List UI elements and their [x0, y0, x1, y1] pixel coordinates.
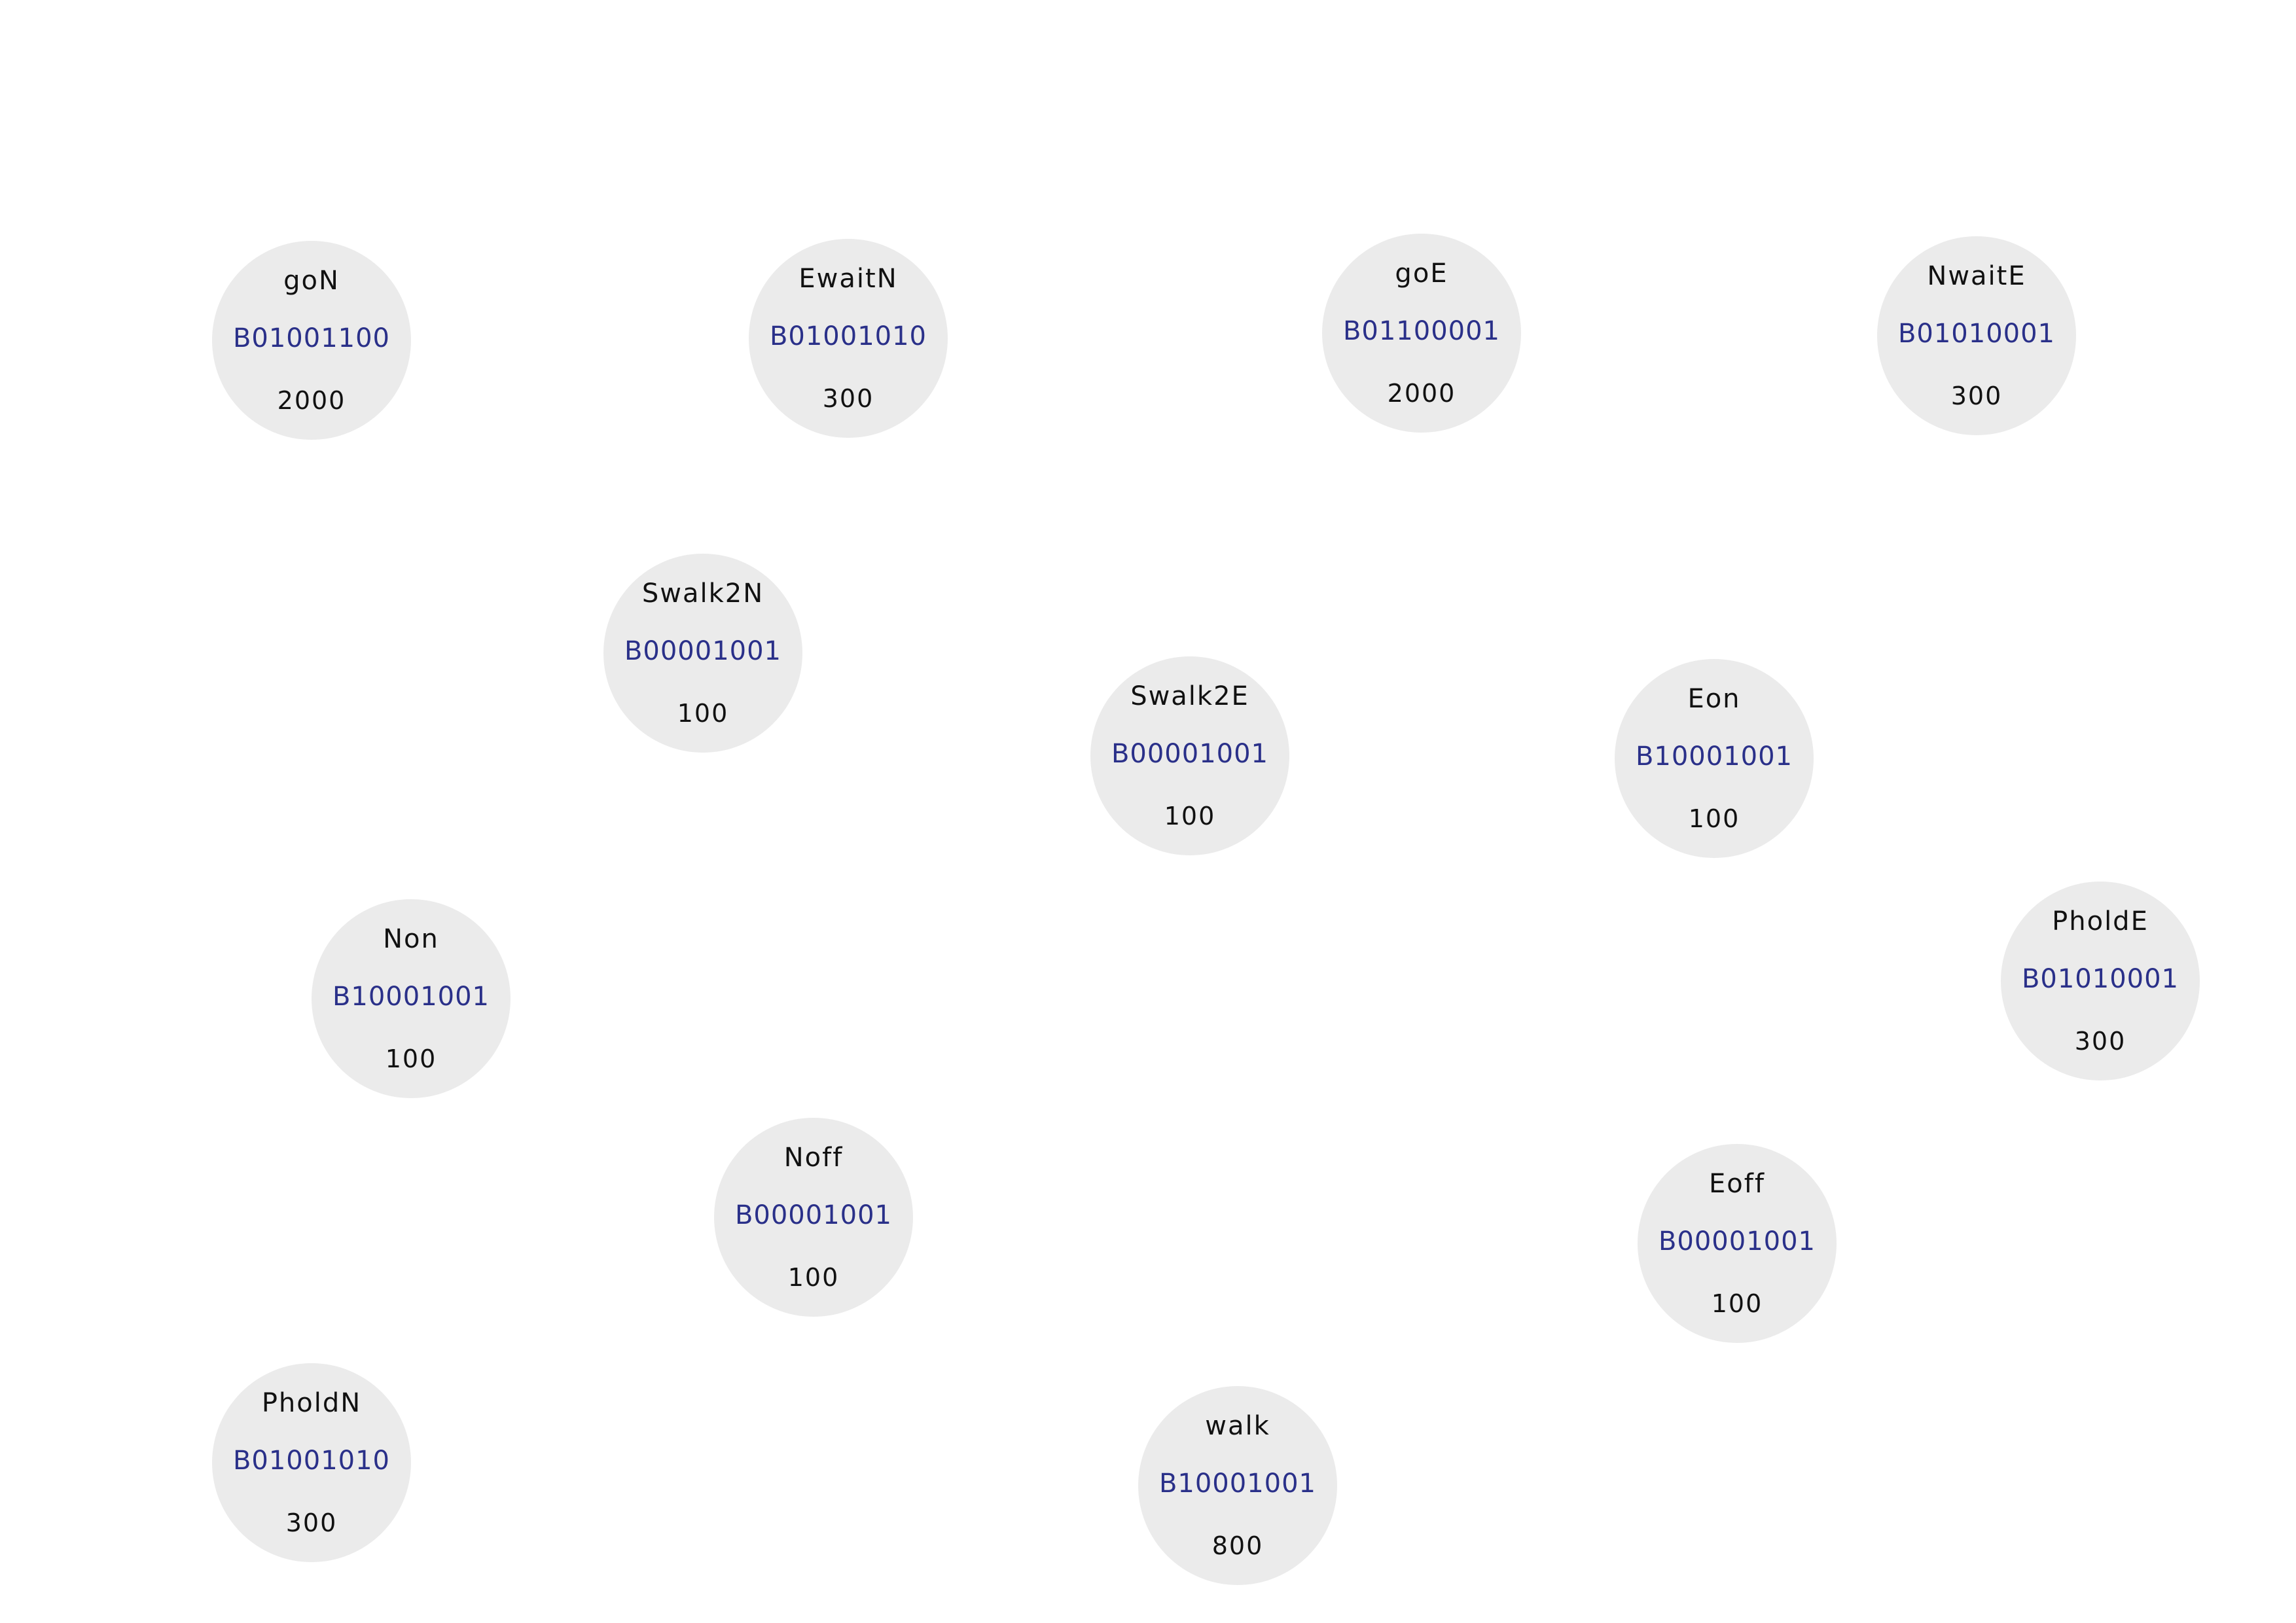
state-name: PholdN [261, 1388, 362, 1418]
state-duration: 300 [285, 1508, 338, 1537]
state-node-walk[interactable]: walk B10001001 800 [1138, 1386, 1337, 1585]
state-name: Eoff [1709, 1169, 1765, 1199]
state-diagram: goN B01001100 2000 EwaitN B01001010 300 … [0, 0, 2296, 1623]
state-duration: 2000 [277, 386, 346, 415]
state-node-EwaitN[interactable]: EwaitN B01001010 300 [749, 239, 948, 438]
state-node-goN[interactable]: goN B01001100 2000 [212, 241, 411, 440]
state-node-Swalk2E[interactable]: Swalk2E B00001001 100 [1090, 656, 1289, 855]
state-node-PholdN[interactable]: PholdN B01001010 300 [212, 1363, 411, 1562]
state-name: NwaitE [1927, 261, 2026, 291]
state-code: B01010001 [1897, 319, 2056, 349]
state-node-Noff[interactable]: Noff B00001001 100 [714, 1118, 913, 1317]
state-duration: 300 [822, 384, 874, 413]
state-name: Non [383, 924, 439, 954]
state-code: B01001100 [232, 323, 391, 353]
state-duration: 300 [2074, 1027, 2126, 1056]
state-name: Swalk2N [641, 579, 764, 609]
state-duration: 300 [1950, 382, 2003, 410]
state-code: B01001010 [232, 1446, 391, 1476]
state-duration: 800 [1211, 1531, 1264, 1560]
state-name: EwaitN [798, 264, 898, 294]
state-node-goE[interactable]: goE B01100001 2000 [1322, 234, 1521, 433]
state-name: Noff [783, 1143, 844, 1173]
state-code: B01010001 [2021, 964, 2179, 994]
state-code: B00001001 [734, 1200, 893, 1230]
state-node-Eon[interactable]: Eon B10001001 100 [1615, 659, 1814, 858]
state-code: B00001001 [624, 636, 782, 666]
state-name: goE [1395, 259, 1448, 289]
state-name: walk [1205, 1411, 1270, 1441]
state-node-Eoff[interactable]: Eoff B00001001 100 [1638, 1144, 1837, 1343]
state-code: B01100001 [1342, 316, 1501, 346]
state-duration: 100 [677, 699, 729, 728]
state-code: B10001001 [1635, 741, 1793, 772]
state-code: B00001001 [1111, 739, 1269, 769]
state-duration: 100 [1711, 1289, 1763, 1318]
state-node-Swalk2N[interactable]: Swalk2N B00001001 100 [603, 554, 802, 753]
state-name: goN [283, 266, 340, 296]
state-name: Swalk2E [1130, 681, 1249, 711]
state-code: B01001010 [769, 321, 927, 351]
state-node-PholdE[interactable]: PholdE B01010001 300 [2001, 882, 2200, 1080]
state-code: B10001001 [332, 982, 490, 1012]
state-duration: 100 [1164, 802, 1216, 830]
state-name: PholdE [2052, 906, 2149, 936]
state-duration: 100 [385, 1044, 437, 1073]
state-duration: 2000 [1387, 379, 1456, 408]
state-code: B00001001 [1658, 1226, 1816, 1257]
state-duration: 100 [787, 1263, 840, 1292]
state-node-Non[interactable]: Non B10001001 100 [312, 899, 511, 1098]
state-code: B10001001 [1158, 1469, 1317, 1499]
state-node-NwaitE[interactable]: NwaitE B01010001 300 [1877, 236, 2076, 435]
state-duration: 100 [1688, 804, 1740, 833]
state-name: Eon [1687, 684, 1741, 714]
